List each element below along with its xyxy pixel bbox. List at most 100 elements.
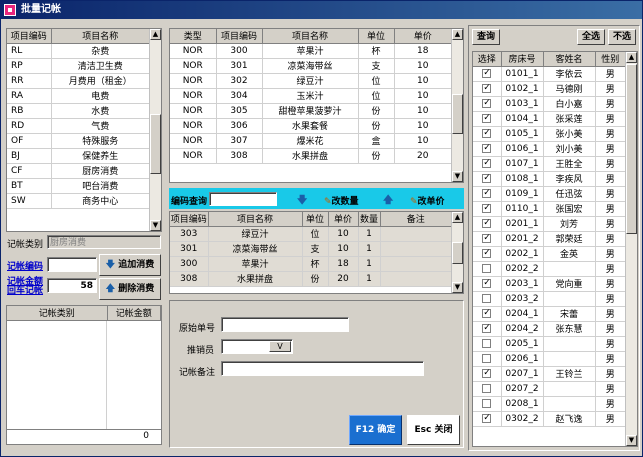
select-cell[interactable] [473,126,502,142]
col-sel-price[interactable]: 单价 [328,212,359,227]
col-select[interactable]: 选择 [473,52,502,67]
checkbox[interactable] [482,217,492,229]
product-row[interactable]: NOR 305 甜橙苹果菠萝汁份 10 [170,103,452,119]
room-row[interactable]: 0104_1张采莲男 [473,111,626,127]
checkbox[interactable] [482,412,492,424]
confirm-button[interactable]: F12 确定 [349,415,402,445]
items-grid[interactable]: 项目编码 项目名称 RL 杂费 RP 清洁卫生费 RR 月费用（租金） RA 电费 RB 水费 RD 气… [6,28,162,232]
checkbox[interactable] [482,127,492,139]
select-cell[interactable] [473,66,502,82]
select-cell[interactable] [473,156,502,172]
room-row[interactable]: 0201_2郭荣廷男 [473,231,626,247]
selected-row[interactable]: 308 水果拼盘份 20 1 [170,271,452,287]
room-row[interactable]: 0110_1张国宏男 [473,201,626,217]
checkbox[interactable] [482,142,492,154]
account-amount-input[interactable]: 58 [47,278,97,293]
col-item-code[interactable]: 项目编码 [7,29,52,44]
checkbox[interactable] [482,338,492,348]
delete-consumption-button[interactable]: 🡅 删除消费 [99,278,161,300]
select-all-button[interactable]: 全选 [577,29,605,45]
product-row[interactable]: NOR 308 水果拼盘份 20 [170,148,452,164]
col-sel-qty[interactable]: 数量 [358,212,381,227]
account-code-input[interactable] [47,257,97,272]
checkbox[interactable] [482,383,492,393]
select-cell[interactable] [473,291,502,307]
room-row[interactable]: 0202_2 男 [473,261,626,277]
scroll-thumb[interactable] [452,242,463,264]
room-row[interactable]: 0102_1马德刚男 [473,81,626,97]
items-scrollbar[interactable]: ▲ ▼ [149,29,161,231]
checkbox[interactable] [482,247,492,259]
col-product-name[interactable]: 项目名称 [262,29,359,44]
checkbox[interactable] [482,97,492,109]
col-sex[interactable]: 性别 [595,52,626,67]
room-row[interactable]: 0108_1李疾风男 [473,171,626,187]
select-cell[interactable] [473,246,502,262]
checkbox[interactable] [482,232,492,244]
room-row[interactable]: 0201_1刘芳男 [473,216,626,232]
product-row[interactable]: NOR 302 绿豆汁位 10 [170,73,452,89]
room-row[interactable]: 0302_2赵飞逸男 [473,411,626,427]
query-button[interactable]: 查询 [472,29,500,45]
scroll-down-icon[interactable]: ▼ [452,171,463,182]
checkbox[interactable] [482,353,492,363]
select-cell[interactable] [473,336,502,352]
checkbox[interactable] [482,322,492,334]
selected-row[interactable]: 301 凉菜海带丝支 10 1 [170,241,452,257]
col-account-type[interactable]: 记帐类别 [7,306,108,321]
note-input[interactable] [221,361,424,376]
col-sel-name[interactable]: 项目名称 [208,212,303,227]
product-row[interactable]: NOR 306 水果套餐份 10 [170,118,452,134]
summary-grid[interactable]: 记帐类别 记帐金额 0 [6,305,162,445]
product-scrollbar[interactable]: ▲ ▼ [451,29,463,182]
scroll-down-icon[interactable]: ▼ [626,435,637,446]
checkbox[interactable] [482,202,492,214]
col-guest-name[interactable]: 客姓名 [543,52,596,67]
select-cell[interactable] [473,276,502,292]
select-cell[interactable] [473,111,502,127]
scroll-thumb[interactable] [626,64,637,234]
add-consumption-button[interactable]: 🡇 追加消费 [99,254,161,276]
rooms-grid[interactable]: 选择 房床号 客姓名 性别 0101_1李依云男0102_1马德刚男0103_1… [472,51,638,447]
orig-no-input[interactable] [221,317,349,332]
col-unit[interactable]: 单位 [358,29,395,44]
checkbox[interactable] [482,172,492,184]
product-row[interactable]: NOR 301 凉菜海带丝支 10 [170,58,452,74]
checkbox[interactable] [482,293,492,303]
scroll-up-icon[interactable]: ▲ [452,29,463,40]
post-enter-label[interactable]: 回车记帐 [7,287,43,296]
room-row[interactable]: 0207_1王铃兰男 [473,366,626,382]
select-cell[interactable] [473,396,502,412]
scroll-up-icon[interactable]: ▲ [452,212,463,223]
room-row[interactable]: 0105_1张小美男 [473,126,626,142]
selected-scrollbar[interactable]: ▲ ▼ [451,212,463,293]
room-row[interactable]: 0202_1金英男 [473,246,626,262]
col-account-amount[interactable]: 记帐金额 [107,306,161,321]
checkbox[interactable] [482,307,492,319]
col-room[interactable]: 房床号 [501,52,544,67]
col-price[interactable]: 单价 [394,29,452,44]
item-row[interactable]: OF 特殊服务 [7,133,150,149]
select-cell[interactable] [473,141,502,157]
checkbox[interactable] [482,263,492,273]
selected-row[interactable]: 303 绿豆汁位 10 1 [170,226,452,242]
arrow-up-icon[interactable]: 🡅 [383,193,393,210]
col-sel-code[interactable]: 项目编码 [170,212,209,227]
select-cell[interactable] [473,366,502,382]
select-none-button[interactable]: 不选 [608,29,636,45]
select-cell[interactable] [473,201,502,217]
scroll-up-icon[interactable]: ▲ [150,29,161,40]
checkbox[interactable] [482,67,492,79]
col-item-name[interactable]: 项目名称 [51,29,150,44]
select-cell[interactable] [473,96,502,112]
select-cell[interactable] [473,381,502,397]
product-row[interactable]: NOR 300 苹果汁杯 18 [170,43,452,59]
select-cell[interactable] [473,171,502,187]
select-cell[interactable] [473,81,502,97]
change-qty-button[interactable]: ✎改数量 [324,194,359,207]
item-row[interactable]: RB 水费 [7,103,150,119]
checkbox[interactable] [482,277,492,289]
scroll-up-icon[interactable]: ▲ [626,52,637,63]
change-price-button[interactable]: ✎改单价 [410,194,445,207]
select-cell[interactable] [473,411,502,427]
